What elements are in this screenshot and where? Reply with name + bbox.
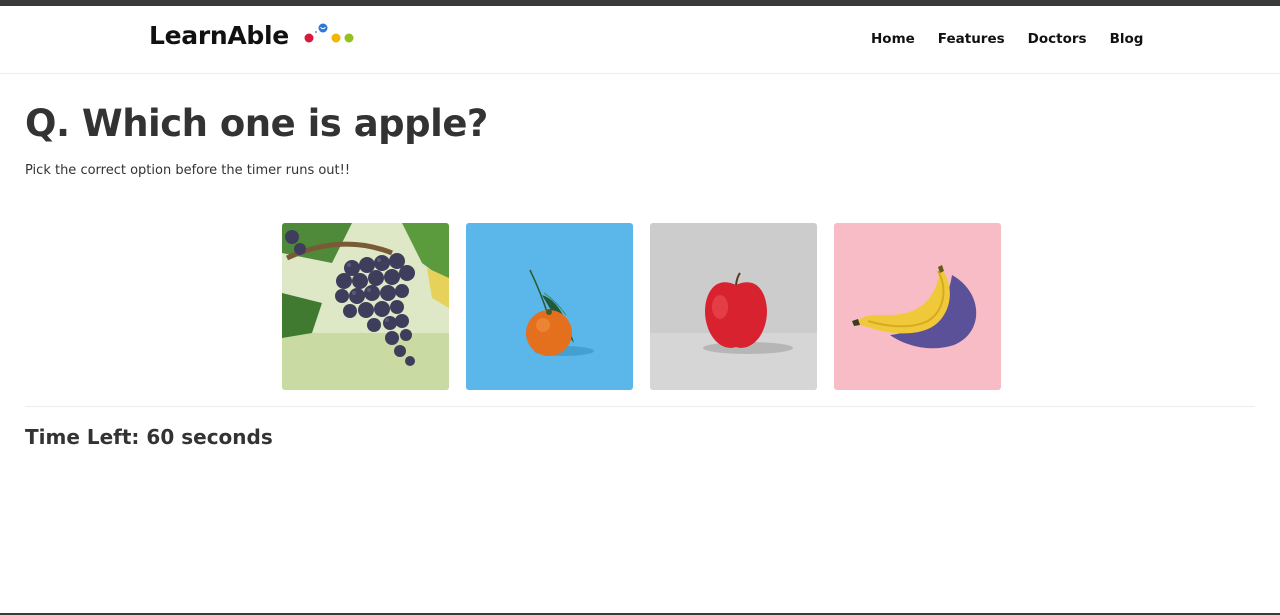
navbar: LearnAble Home Features Doctors Blog [0, 6, 1280, 74]
question-instructions: Pick the correct option before the timer… [25, 163, 351, 178]
apple-image [650, 223, 817, 390]
brand-name[interactable]: LearnAble [149, 21, 289, 50]
nav-doctors[interactable]: Doctors [1028, 31, 1087, 47]
orange-image [466, 223, 633, 390]
grapes-image [282, 223, 449, 390]
nav-features[interactable]: Features [938, 31, 1005, 47]
timer-label: Time Left: [25, 425, 140, 449]
timer-value: 60 [146, 425, 175, 449]
question-title: Q. Which one is apple? [25, 102, 488, 145]
brand-logo-icon [304, 23, 354, 43]
banana-image [834, 223, 1001, 390]
option-apple[interactable] [650, 223, 817, 390]
nav-blog[interactable]: Blog [1110, 31, 1144, 47]
option-grapes[interactable] [282, 223, 449, 390]
section-divider [25, 406, 1255, 407]
timer-unit: seconds [181, 425, 273, 449]
option-orange[interactable] [466, 223, 633, 390]
main-nav: Home Features Doctors Blog [871, 31, 1166, 47]
nav-home[interactable]: Home [871, 31, 915, 47]
timer: Time Left: 60 seconds [25, 425, 273, 449]
answer-options [282, 223, 1018, 390]
option-banana[interactable] [834, 223, 1001, 390]
